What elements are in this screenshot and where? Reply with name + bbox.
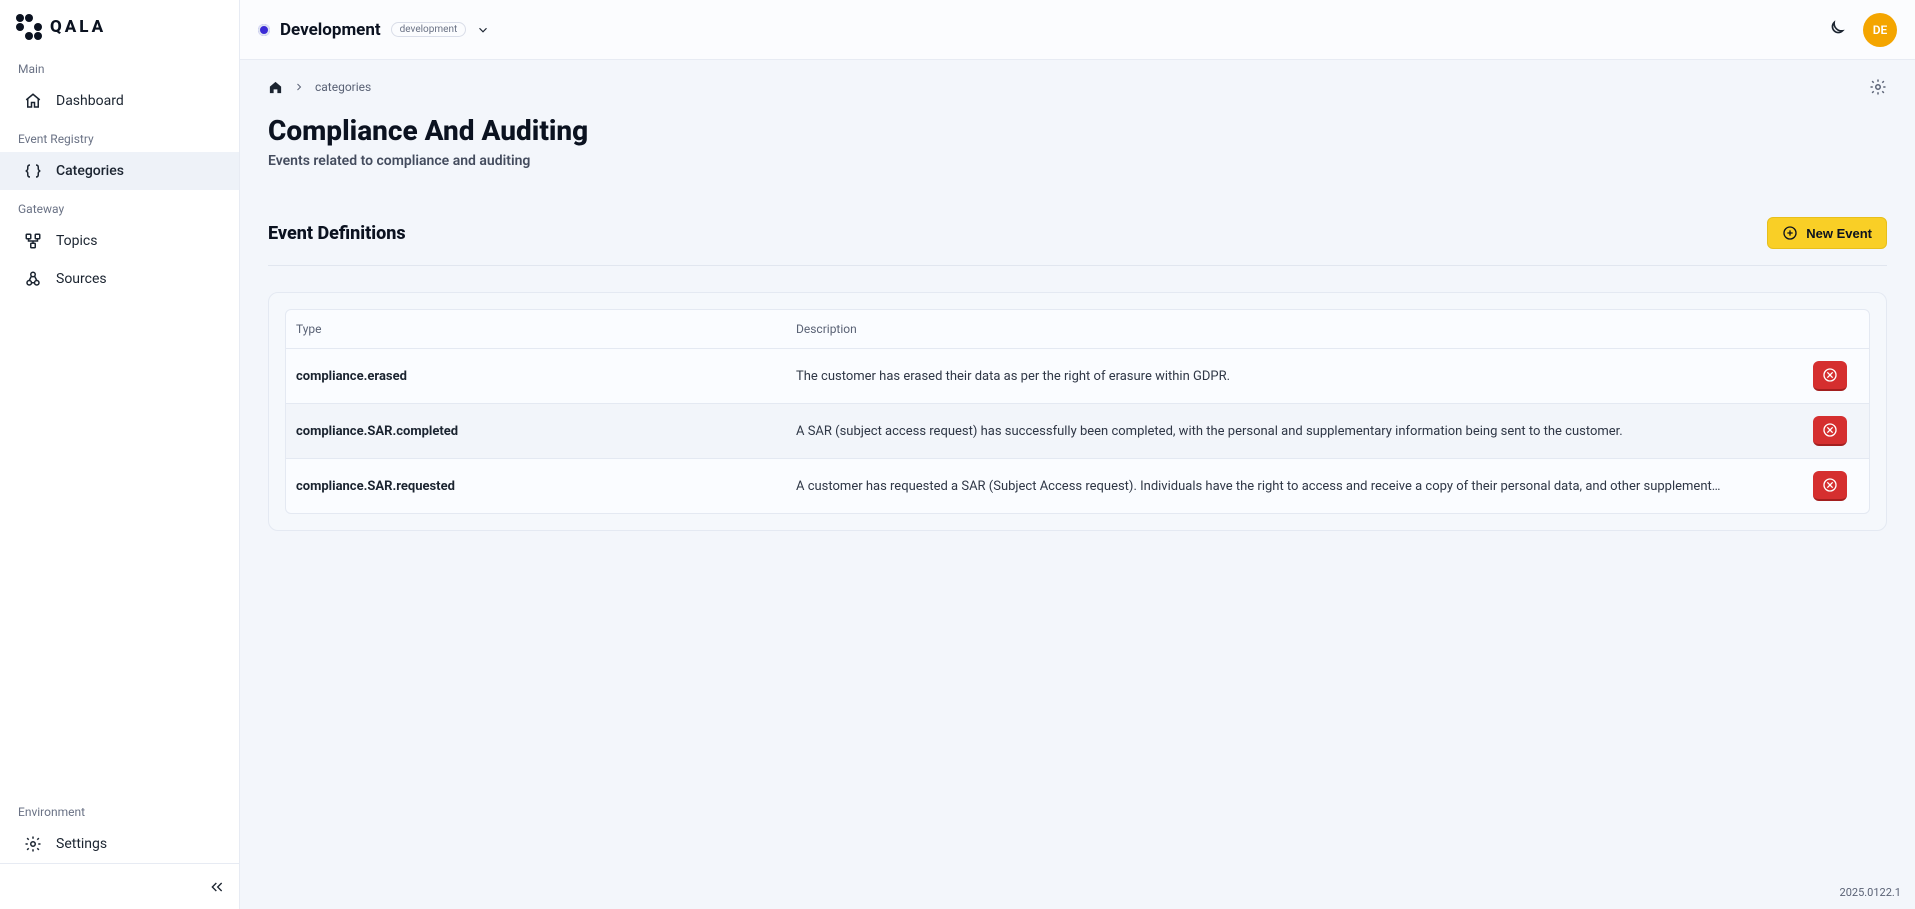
topbar-right: DE [1825, 13, 1897, 47]
cell-description: A customer has requested a SAR (Subject … [796, 479, 1763, 494]
sidebar-item-categories[interactable]: Categories [0, 152, 239, 190]
plus-circle-icon [1782, 225, 1798, 241]
event-table-card: Type Description compliance.erased The c… [268, 292, 1887, 531]
sidebar-item-label: Settings [56, 836, 107, 852]
brand-logo-icon [16, 14, 42, 40]
cell-description: The customer has erased their data as pe… [796, 369, 1763, 384]
environment-name: Development [280, 20, 381, 40]
gear-icon [1869, 78, 1887, 96]
environment-badge: development [391, 22, 467, 37]
braces-icon [24, 162, 42, 180]
sidebar-item-label: Topics [56, 233, 97, 249]
network-icon [24, 232, 42, 250]
brand[interactable]: QALA [0, 0, 239, 50]
delete-button[interactable] [1813, 471, 1847, 501]
cell-actions [1763, 471, 1859, 501]
chevron-right-icon [293, 81, 305, 93]
button-label: New Event [1806, 226, 1872, 241]
table-header: Type Description [286, 310, 1869, 349]
cell-actions [1763, 361, 1859, 391]
environment-switcher[interactable]: Development development [258, 20, 490, 40]
sidebar-footerbar [0, 863, 239, 909]
breadcrumb: categories [268, 80, 371, 95]
main-column: Development development DE [240, 0, 1915, 909]
cell-description: A SAR (subject access request) has succe… [796, 424, 1763, 439]
cell-type: compliance.erased [296, 369, 796, 384]
sidebar-item-label: Categories [56, 163, 124, 179]
sidebar-item-dashboard[interactable]: Dashboard [0, 82, 239, 120]
new-event-button[interactable]: New Event [1767, 217, 1887, 249]
app-root: QALA Main Dashboard Event Registry Categ… [0, 0, 1915, 909]
sidebar-item-label: Dashboard [56, 93, 124, 109]
column-header-type: Type [296, 322, 796, 336]
cell-type: compliance.SAR.completed [296, 424, 796, 439]
section-title: Event Definitions [268, 223, 406, 244]
home-icon [268, 80, 283, 95]
sidebar: QALA Main Dashboard Event Registry Categ… [0, 0, 240, 909]
home-icon [24, 92, 42, 110]
moon-icon [1825, 20, 1845, 40]
avatar[interactable]: DE [1863, 13, 1897, 47]
sidebar-item-sources[interactable]: Sources [0, 260, 239, 298]
event-table: Type Description compliance.erased The c… [285, 309, 1870, 514]
table-row[interactable]: compliance.erased The customer has erase… [286, 349, 1869, 404]
cell-type: compliance.SAR.requested [296, 479, 796, 494]
collapse-sidebar-button[interactable] [209, 879, 225, 895]
breadcrumb-segment[interactable]: categories [315, 80, 371, 94]
nav-group-gateway: Gateway [0, 190, 239, 222]
table-row[interactable]: compliance.SAR.requested A customer has … [286, 459, 1869, 513]
table-row[interactable]: compliance.SAR.completed A SAR (subject … [286, 404, 1869, 459]
gear-icon [24, 835, 42, 853]
cell-actions [1763, 416, 1859, 446]
app-version: 2025.0122.1 [240, 878, 1915, 909]
environment-indicator-icon [258, 24, 270, 36]
nav-group-main: Main [0, 50, 239, 82]
column-header-description: Description [796, 322, 1763, 336]
webhook-icon [24, 270, 42, 288]
delete-button[interactable] [1813, 361, 1847, 391]
brand-name: QALA [50, 17, 106, 37]
nav-group-event-registry: Event Registry [0, 120, 239, 152]
delete-circle-icon [1822, 477, 1838, 493]
avatar-initials: DE [1873, 23, 1888, 37]
nav-group-environment: Environment [0, 793, 239, 825]
content: categories Compliance And Auditing Event… [240, 60, 1915, 878]
breadcrumb-home[interactable] [268, 80, 283, 95]
theme-toggle-button[interactable] [1825, 20, 1845, 40]
delete-button[interactable] [1813, 416, 1847, 446]
sidebar-item-label: Sources [56, 271, 107, 287]
sidebar-item-settings[interactable]: Settings [0, 825, 239, 863]
sidebar-item-topics[interactable]: Topics [0, 222, 239, 260]
page-subtitle: Events related to compliance and auditin… [268, 153, 1887, 169]
page-title: Compliance And Auditing [268, 114, 1887, 147]
sidebar-bottom: Environment Settings [0, 793, 239, 909]
delete-circle-icon [1822, 422, 1838, 438]
delete-circle-icon [1822, 367, 1838, 383]
topbar: Development development DE [240, 0, 1915, 60]
page-settings-button[interactable] [1869, 78, 1887, 96]
chevron-down-icon [476, 23, 490, 37]
content-head-row: categories [268, 78, 1887, 96]
section-header: Event Definitions New Event [268, 217, 1887, 266]
